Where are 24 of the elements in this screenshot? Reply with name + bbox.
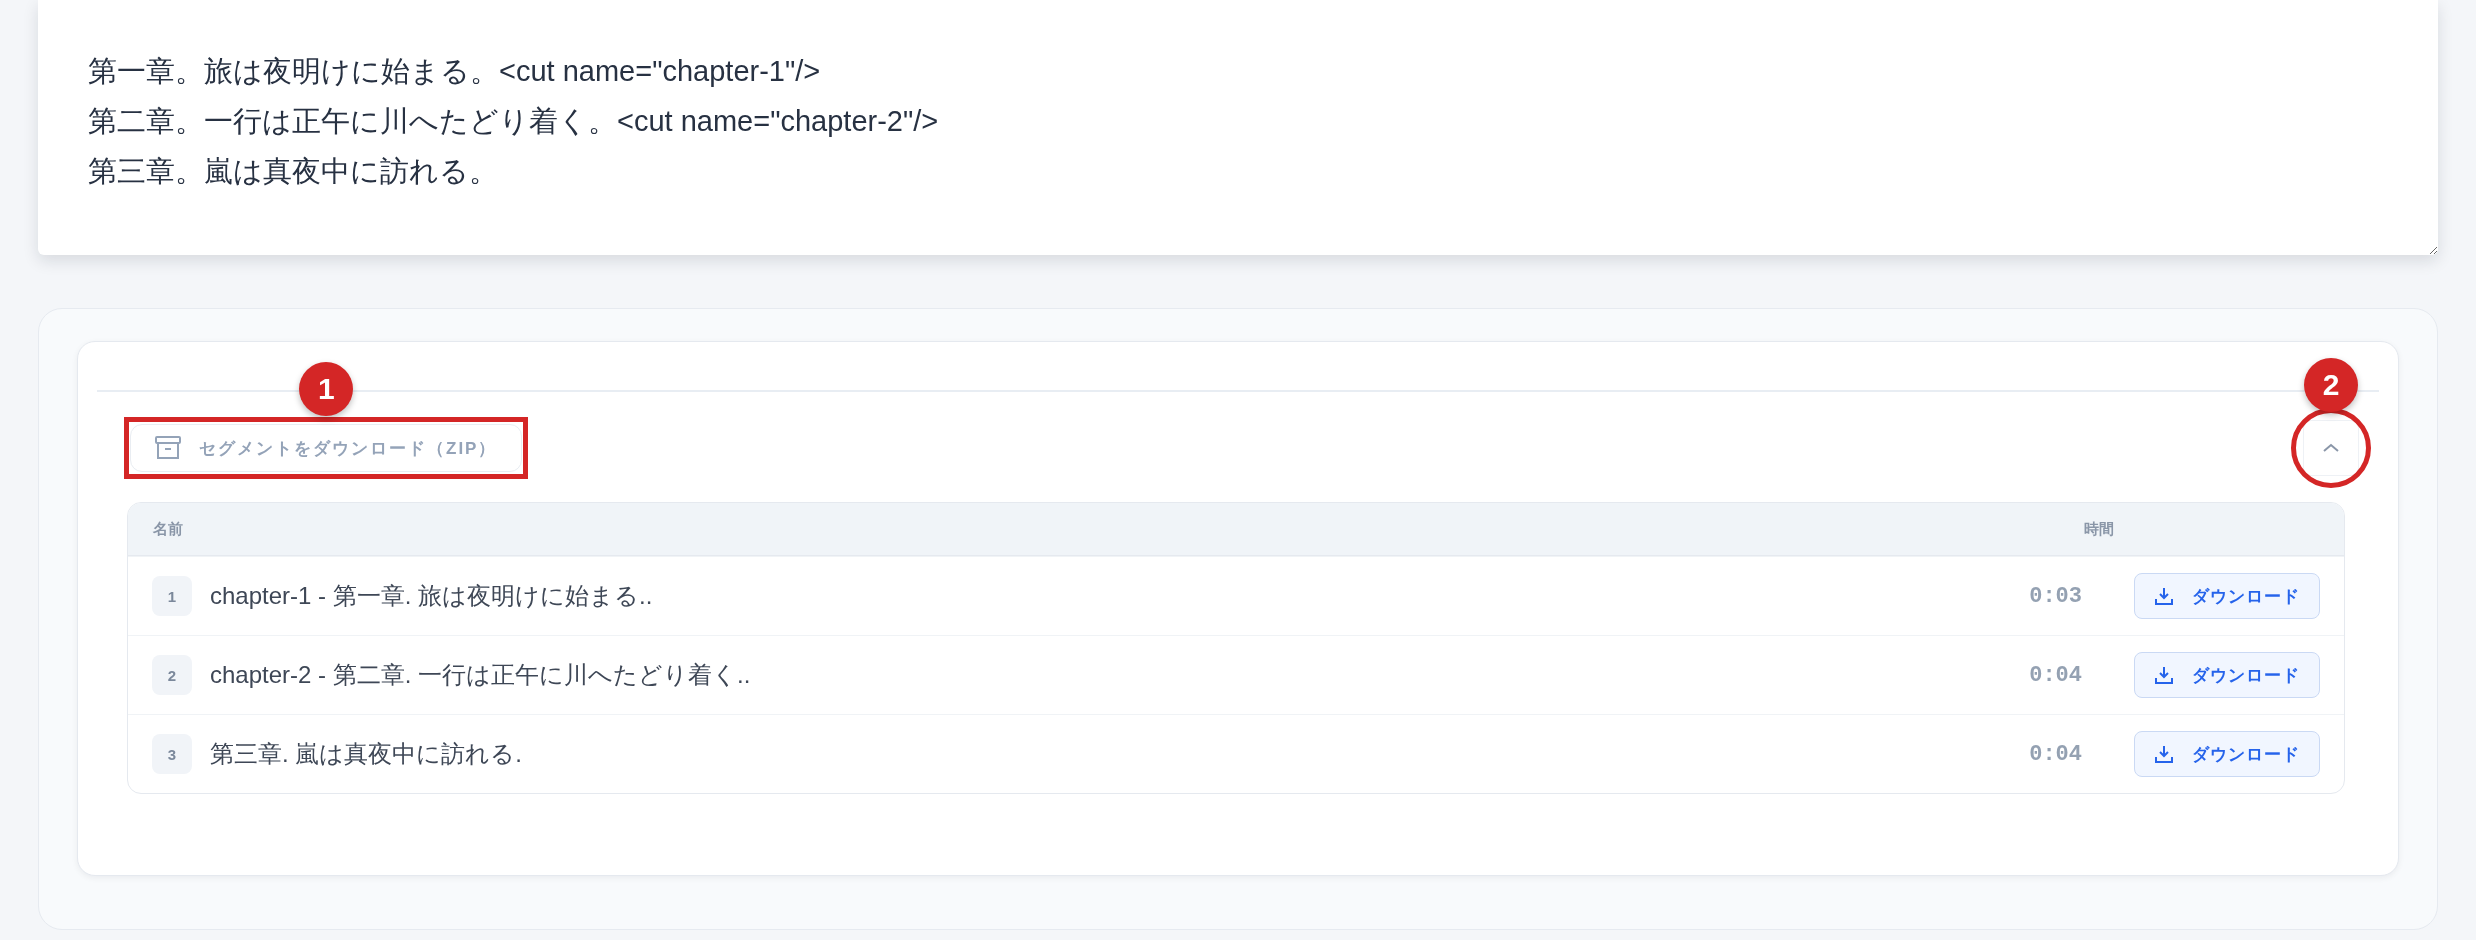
chevron-up-icon (2322, 442, 2340, 454)
callout-badge: 1 (299, 362, 354, 416)
segment-name: chapter-2 - 第二章. 一行は正午に川へたどり着く.. (210, 660, 752, 690)
callout-badge: 2 (2304, 358, 2358, 412)
segment-name: 第三章. 嵐は真夜中に訪れる. (210, 739, 523, 769)
archive-icon (155, 436, 181, 460)
text-field[interactable]: 第一章。旅は夜明けに始まる。<cut name="chapter-1"/> 第二章。一行は正午に川へたどり着く。<cut name="chapter-2"/> 第三章。嵐は真夜中に訪れる。 (38, 0, 2438, 255)
column-header: 名前 (153, 519, 184, 539)
row-number: 2 (152, 655, 192, 695)
download-icon (2154, 665, 2174, 685)
download-button[interactable]: ダウンロード (2134, 652, 2320, 698)
column-header: 時間 (2084, 519, 2115, 539)
row-number: 1 (152, 576, 192, 616)
segment-duration: 0:03 (2029, 583, 2082, 609)
download-button[interactable]: ダウンロード (2134, 731, 2320, 777)
row-number: 3 (152, 734, 192, 774)
segment-name: chapter-1 - 第一章. 旅は夜明けに始まる.. (210, 581, 654, 611)
download-button[interactable]: ダウンロード (2134, 573, 2320, 619)
collapse-button[interactable] (2303, 420, 2359, 476)
segment-duration: 0:04 (2029, 741, 2082, 767)
download-icon (2154, 744, 2174, 764)
download-icon (2154, 586, 2174, 606)
segment-duration: 0:04 (2029, 662, 2082, 688)
zip-download-button[interactable]: セグメントをダウンロード（ZIP） (130, 424, 523, 472)
